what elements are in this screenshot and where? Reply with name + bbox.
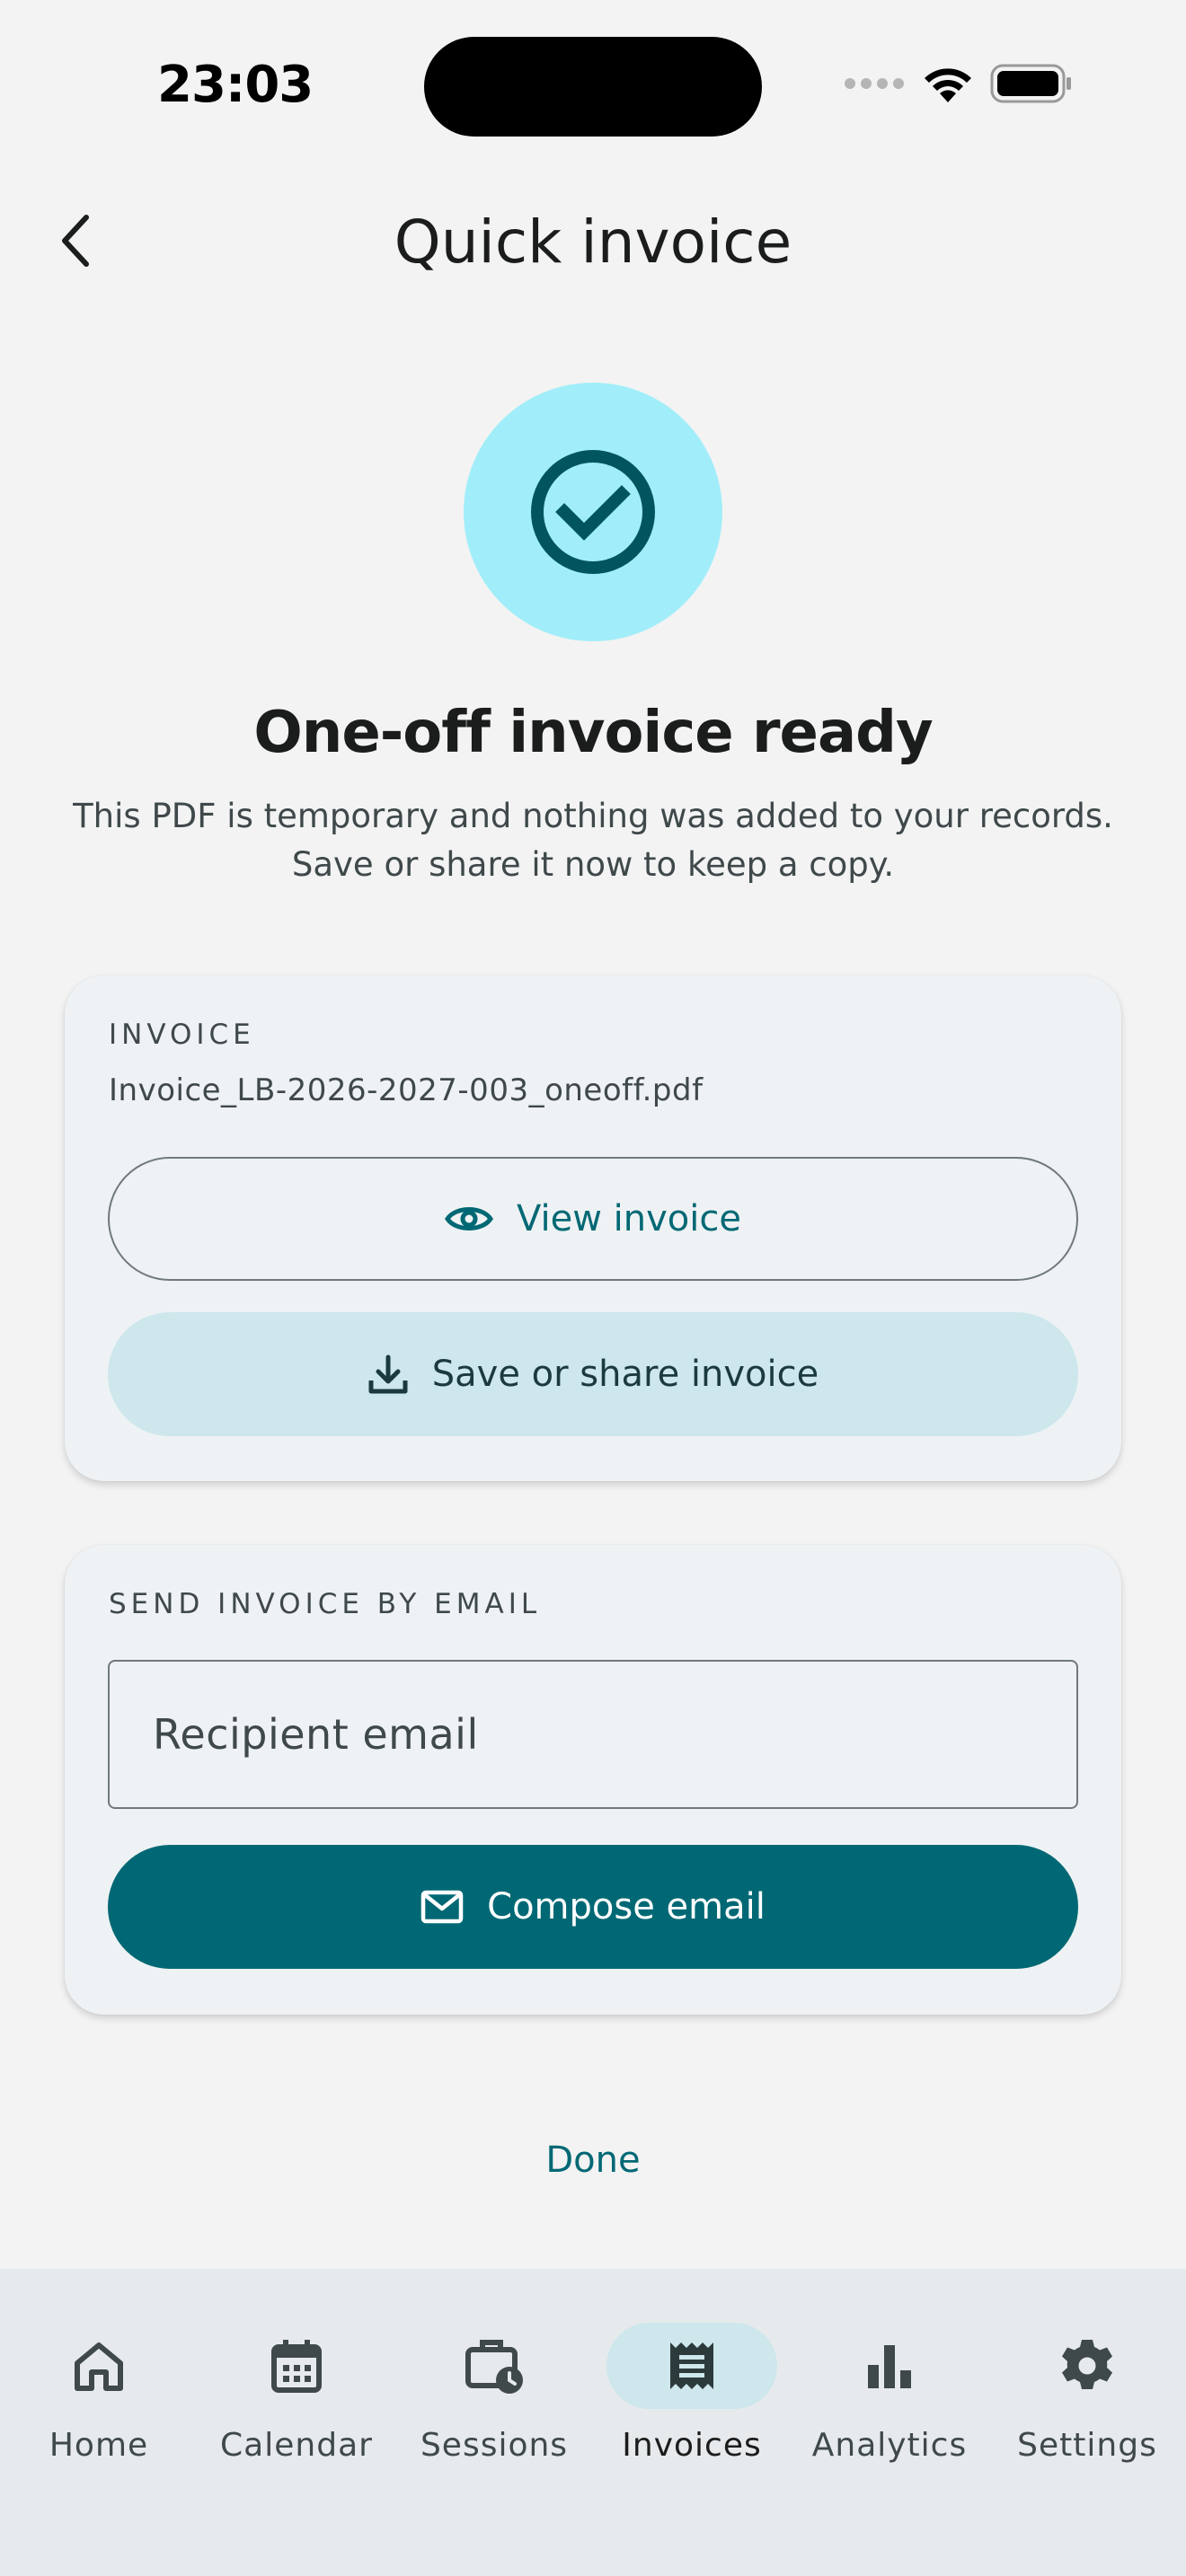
- nav-active-indicator: [606, 2323, 777, 2409]
- success-badge: [464, 383, 722, 641]
- recipient-email-placeholder: Recipient email: [153, 1710, 479, 1759]
- done-button[interactable]: Done: [0, 2139, 1186, 2181]
- calendar-icon: [271, 2340, 322, 2393]
- nav-item-analytics[interactable]: Analytics: [791, 2323, 988, 2464]
- gear-icon: [1062, 2340, 1112, 2389]
- nav-item-sessions[interactable]: Sessions: [395, 2323, 593, 2464]
- nav-item-invoices[interactable]: Invoices: [593, 2323, 791, 2464]
- view-invoice-button[interactable]: View invoice: [108, 1157, 1078, 1281]
- invoice-card-label: INVOICE: [109, 1019, 255, 1051]
- nav-label-analytics: Analytics: [811, 2427, 968, 2464]
- battery-icon: [990, 64, 1071, 103]
- sessions-icon: [465, 2340, 523, 2394]
- dynamic-island: [424, 37, 762, 137]
- nav-label-home: Home: [49, 2427, 149, 2464]
- nav-label-settings: Settings: [1017, 2427, 1157, 2464]
- email-card: SEND INVOICE BY EMAIL Recipient email Co…: [65, 1545, 1121, 2015]
- check-circle-icon: [531, 450, 655, 574]
- compose-email-label: Compose email: [487, 1886, 766, 1928]
- recipient-email-field[interactable]: Recipient email: [108, 1660, 1078, 1809]
- wifi-icon: [925, 68, 971, 102]
- save-share-invoice-button[interactable]: Save or share invoice: [108, 1312, 1078, 1436]
- home-icon: [75, 2342, 123, 2391]
- nav-item-home[interactable]: Home: [0, 2323, 198, 2464]
- page-title: Quick invoice: [394, 207, 792, 277]
- bottom-navigation: Home Calendar Sessions Invoices Analytic…: [0, 2269, 1186, 2576]
- status-time: 23:03: [157, 56, 314, 114]
- view-invoice-label: View invoice: [517, 1198, 741, 1239]
- invoice-card: INVOICE Invoice_LB-2026-2027-003_oneoff.…: [65, 975, 1121, 1481]
- receipt-icon: [670, 2342, 713, 2389]
- email-card-label: SEND INVOICE BY EMAIL: [109, 1588, 542, 1620]
- compose-email-button[interactable]: Compose email: [108, 1845, 1078, 1969]
- nav-item-settings[interactable]: Settings: [988, 2323, 1186, 2464]
- success-headline: One-off invoice ready: [253, 700, 933, 766]
- mail-icon: [420, 1890, 464, 1924]
- nav-item-calendar[interactable]: Calendar: [198, 2323, 395, 2464]
- nav-label-sessions: Sessions: [420, 2427, 569, 2464]
- invoice-filename: Invoice_LB-2026-2027-003_oneoff.pdf: [109, 1072, 704, 1108]
- status-icons: [843, 63, 1073, 104]
- download-icon: [368, 1354, 408, 1394]
- save-share-invoice-label: Save or share invoice: [431, 1354, 819, 1395]
- eye-icon: [445, 1207, 493, 1231]
- nav-label-invoices: Invoices: [622, 2427, 762, 2464]
- bar-chart-icon: [868, 2345, 911, 2388]
- nav-label-calendar: Calendar: [220, 2427, 373, 2464]
- cellular-signal-icon: [845, 78, 904, 89]
- success-subtitle: This PDF is temporary and nothing was ad…: [73, 797, 1113, 884]
